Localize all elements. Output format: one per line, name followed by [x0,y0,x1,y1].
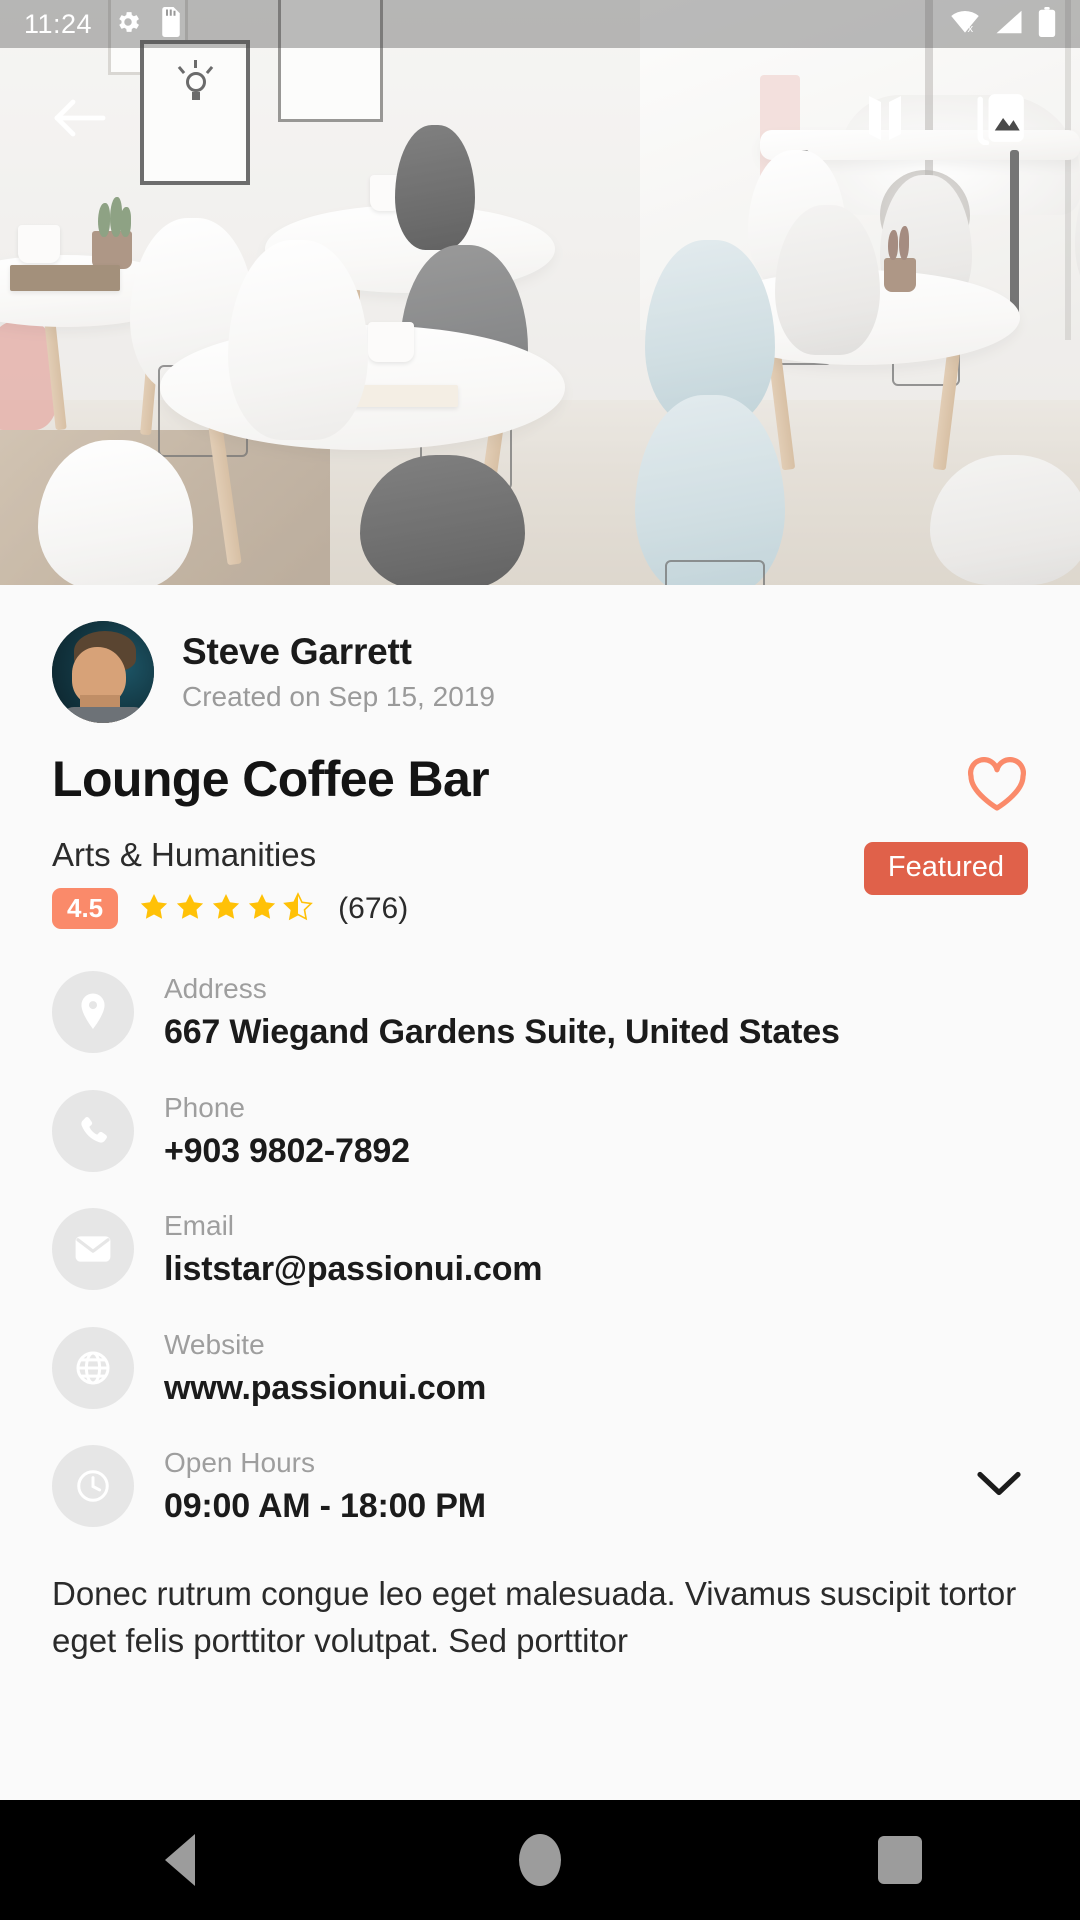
back-arrow-icon[interactable] [46,85,112,151]
listing-detail-sheet: Steve Garrett Created on Sep 15, 2019 Lo… [0,585,1080,1800]
info-value: 09:00 AM - 18:00 PM [164,1487,486,1525]
info-label: Email [164,1210,235,1241]
info-row-phone[interactable]: Phone +903 9802-7892 [52,1089,1028,1173]
android-navigation-bar [0,1800,1080,1920]
battery-full-icon [1038,6,1056,42]
globe-icon [52,1326,134,1409]
info-label: Address [164,973,267,1004]
info-value: www.passionui.com [164,1368,487,1407]
location-pin-icon [52,971,134,1054]
heart-outline-icon[interactable] [966,757,1028,818]
info-label: Phone [164,1091,245,1123]
info-label: Website [164,1328,265,1360]
info-row-open-hours[interactable]: Open Hours 09:00 AM - 18:00 PM [52,1445,1028,1528]
nav-recents-icon[interactable] [810,1800,990,1920]
review-count: (676) [338,891,409,925]
info-value: +903 9802-7892 [164,1131,410,1170]
phone-icon [52,1089,134,1172]
info-value: 667 Wiegand Gardens Suite, United States [164,1013,840,1051]
rating-badge: 4.5 [52,888,119,929]
hero-topbar [0,78,1080,158]
avatar [52,621,154,723]
svg-text:x: x [968,23,974,35]
map-icon[interactable] [852,85,918,151]
nav-back-icon[interactable] [90,1800,270,1920]
info-list: Address 667 Wiegand Gardens Suite, Unite… [0,929,1080,1528]
settings-gear-icon [114,8,142,41]
page-title: Lounge Coffee Bar [52,751,490,807]
clock-icon [52,1445,134,1528]
info-row-address[interactable]: Address 667 Wiegand Gardens Suite, Unite… [52,971,1028,1054]
sd-card-icon [160,6,182,42]
star-rating-icons [138,891,318,927]
author-created-date: Created on Sep 15, 2019 [182,680,495,712]
featured-badge: Featured [863,842,1028,895]
info-label: Open Hours [164,1447,315,1478]
info-row-email[interactable]: Email liststar@passionui.com [52,1208,1028,1291]
gallery-icon[interactable] [968,85,1034,151]
listing-description: Donec rutrum congue leo eget malesuada. … [52,1574,1017,1660]
chevron-down-icon[interactable] [976,1469,1022,1504]
title-row: Lounge Coffee Bar [0,723,1080,818]
info-value: liststar@passionui.com [164,1250,543,1288]
meta-row: Arts & Humanities 4.5 (676) Featured [0,818,1080,929]
status-bar-clock: 11:24 [24,8,93,39]
status-bar: 11:24 x [0,0,1080,48]
info-row-website[interactable]: Website www.passionui.com [52,1326,1028,1410]
author-row[interactable]: Steve Garrett Created on Sep 15, 2019 [0,585,1080,723]
wifi-off-icon: x [950,9,980,40]
cellular-signal-icon [994,9,1024,40]
envelope-icon [52,1208,134,1291]
nav-home-icon[interactable] [450,1800,630,1920]
author-name: Steve Garrett [182,631,412,673]
